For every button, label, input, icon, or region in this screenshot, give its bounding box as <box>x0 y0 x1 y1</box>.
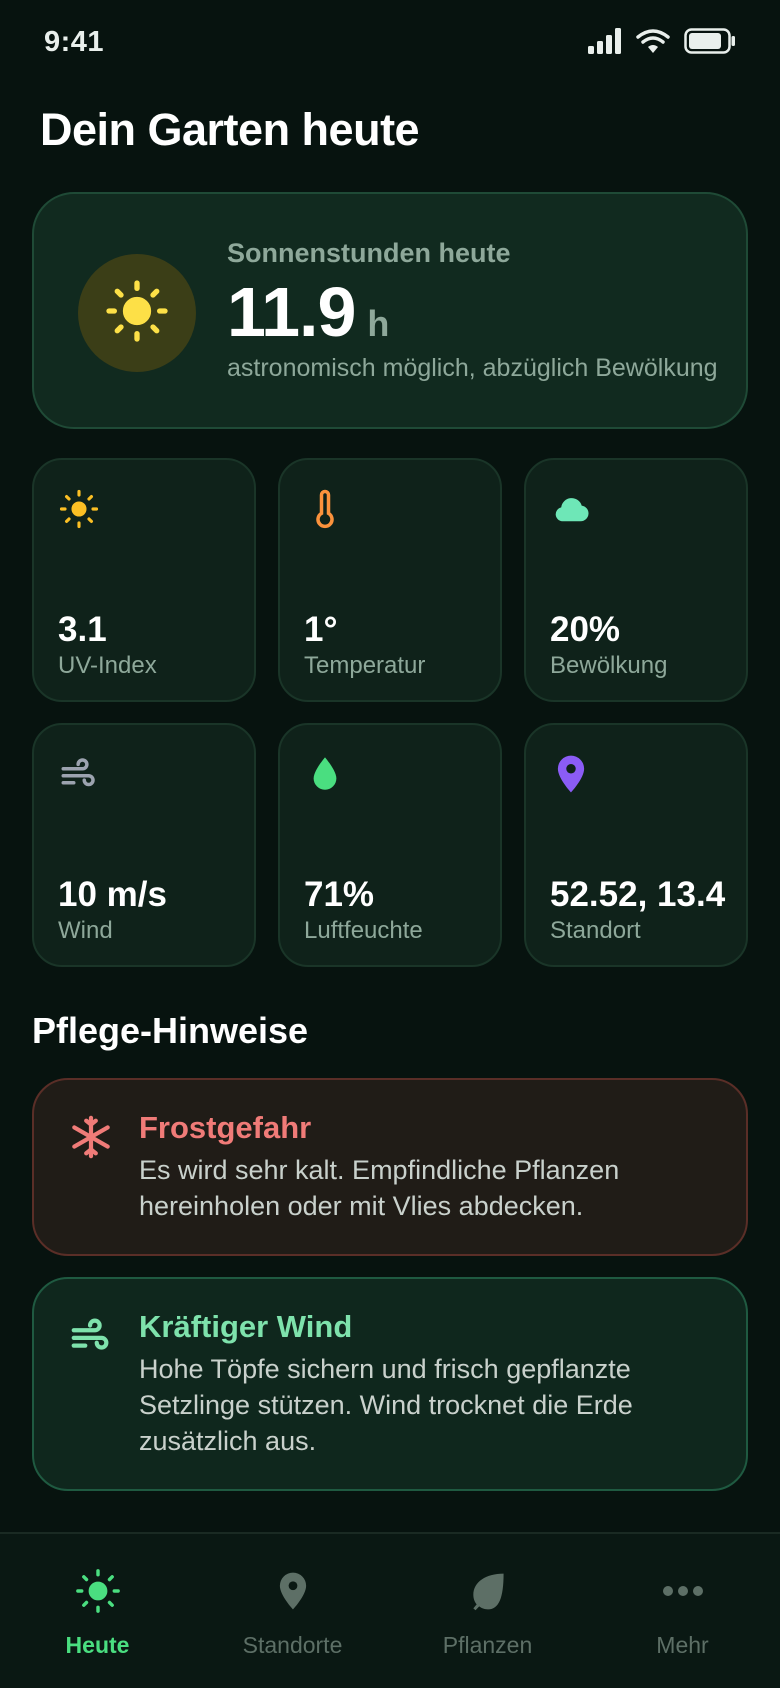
stat-tile-wind[interactable]: 10 m/s Wind <box>32 723 256 967</box>
nav-label: Standorte <box>242 1632 343 1658</box>
hint-text: Es wird sehr kalt. Empfindliche Pflanzen… <box>139 1155 620 1221</box>
sun-icon <box>105 279 169 348</box>
stat-label: UV-Index <box>58 652 157 679</box>
nav-label: Heute <box>65 1632 130 1658</box>
battery-icon <box>684 28 736 59</box>
nav-label: Pflanzen <box>442 1632 533 1658</box>
nav-item-heute[interactable]: Heute <box>0 1534 195 1688</box>
sun-hours-subtitle: astronomisch möglich, abzüglich Bewölkun… <box>227 354 718 382</box>
wind-warning-card[interactable]: Kräftiger Wind Hohe Töpfe sichern und fr… <box>32 1277 748 1491</box>
nav-label: Mehr <box>656 1632 709 1658</box>
wifi-icon <box>636 28 670 59</box>
stat-tile-cloud-cover[interactable]: 20% Bewölkung <box>524 458 748 702</box>
stat-tile-temperature[interactable]: 1° Temperatur <box>278 458 502 702</box>
stat-value: 20% <box>550 610 621 649</box>
stat-tile-uv-index[interactable]: 3.1 UV-Index <box>32 458 256 702</box>
stat-tile-humidity[interactable]: 71% Luftfeuchte <box>278 723 502 967</box>
stat-tile-location[interactable]: 52.52, 13.4 Standort <box>524 723 748 967</box>
stat-label: Luftfeuchte <box>304 917 423 944</box>
sun-hours-unit: h <box>367 303 390 344</box>
status-time: 9:41 <box>44 26 105 58</box>
sun-hours-label: Sonnenstunden heute <box>227 238 511 268</box>
hint-text: Hohe Töpfe sichern und frisch gepflanzte… <box>139 1354 633 1456</box>
sun-icon-badge <box>78 254 196 372</box>
droplet-icon <box>304 751 350 797</box>
map-pin-icon <box>550 751 596 797</box>
stat-label: Temperatur <box>304 652 426 679</box>
nav-item-mehr[interactable]: Mehr <box>585 1534 780 1688</box>
sun-hours-value: 11.9 <box>227 273 356 351</box>
stat-value: 10 m/s <box>58 875 167 914</box>
wind-icon <box>58 751 104 797</box>
cloud-icon <box>550 486 596 532</box>
hint-title: Kräftiger Wind <box>139 1309 353 1344</box>
signal-icon <box>588 28 622 59</box>
status-bar: 9:41 <box>0 0 780 88</box>
care-section-title: Pflege-Hinweise <box>32 1010 309 1051</box>
map-pin-icon <box>268 1566 318 1616</box>
stat-value: 52.52, 13.4 <box>550 875 726 914</box>
stat-label: Wind <box>58 917 113 944</box>
status-icons <box>588 28 736 59</box>
frost-warning-card[interactable]: Frostgefahr Es wird sehr kalt. Empfindli… <box>32 1078 748 1256</box>
stat-value: 3.1 <box>58 610 107 649</box>
stat-label: Bewölkung <box>550 652 668 679</box>
sun-icon <box>58 486 104 532</box>
sun-hours-value-row: 11.9 h <box>227 272 389 352</box>
snowflake-icon <box>68 1114 114 1160</box>
hint-title: Frostgefahr <box>139 1110 312 1145</box>
leaf-icon <box>463 1566 513 1616</box>
stat-value: 1° <box>304 610 338 649</box>
stat-value: 71% <box>304 875 375 914</box>
sun-icon <box>73 1566 123 1616</box>
nav-item-pflanzen[interactable]: Pflanzen <box>390 1534 585 1688</box>
sun-hours-card: Sonnenstunden heute 11.9 h astronomisch … <box>32 192 748 429</box>
wind-icon <box>68 1313 114 1359</box>
nav-item-standorte[interactable]: Standorte <box>195 1534 390 1688</box>
thermometer-icon <box>304 486 350 532</box>
more-icon <box>658 1566 708 1616</box>
stat-label: Standort <box>550 917 641 944</box>
page-title: Dein Garten heute <box>40 104 420 155</box>
bottom-nav: Heute Standorte Pflanzen Mehr <box>0 1532 780 1688</box>
